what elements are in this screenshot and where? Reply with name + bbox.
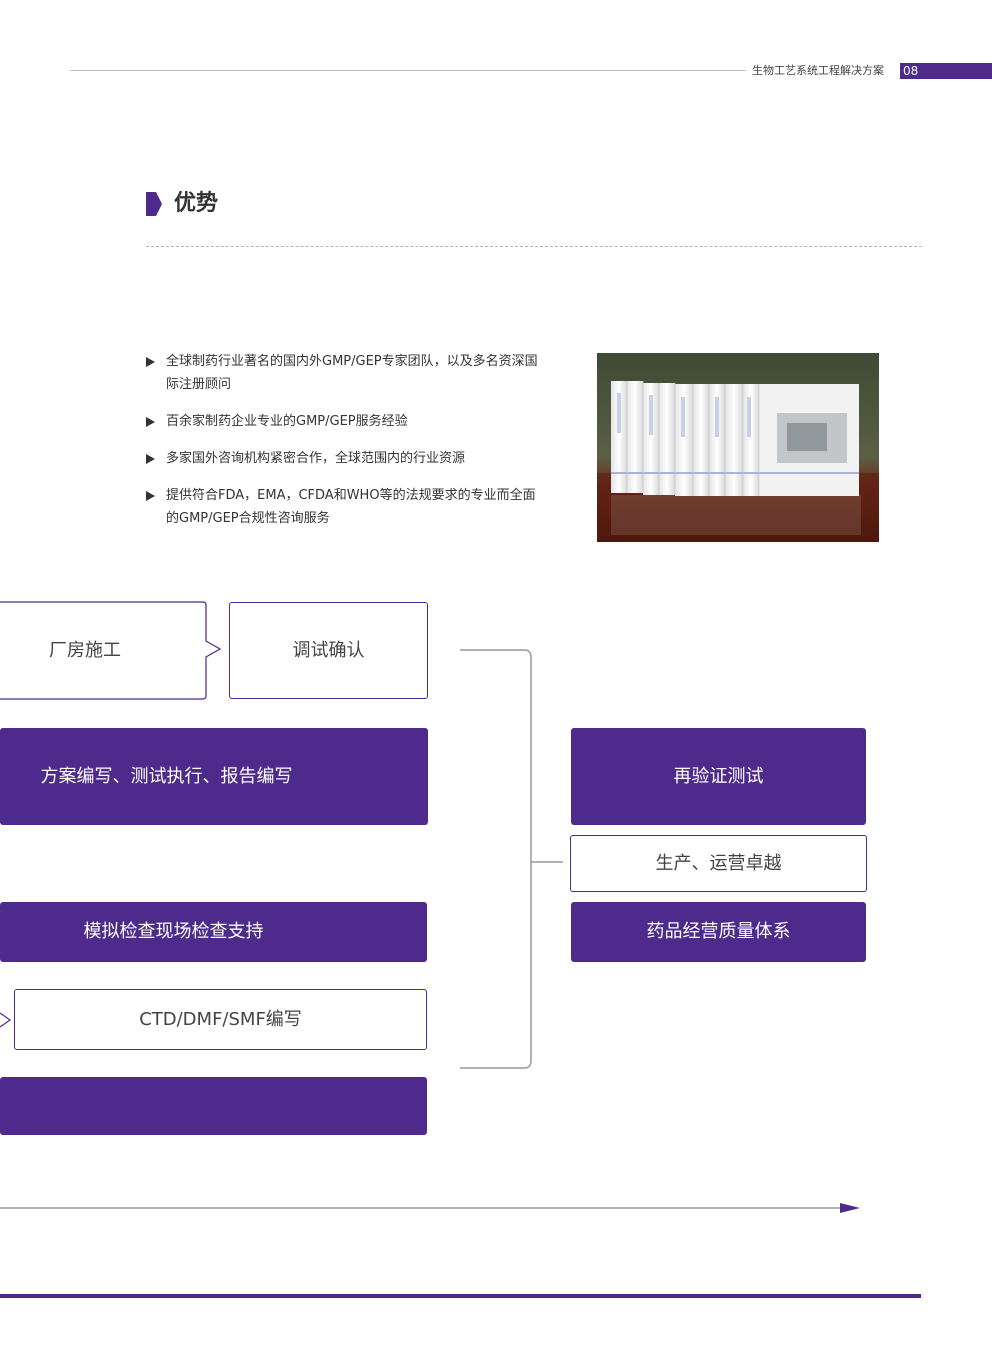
protocol-writing-box: 方案编写、测试执行、报告编写 [0,728,428,825]
mock-inspection-box: 模拟检查现场检查支持 [0,902,427,962]
header-title: 生物工艺系统工程解决方案 [752,64,884,77]
section-title: 优势 [174,191,219,216]
ctd-arrow-icon [0,1012,12,1028]
commissioning-box: 调试确认 [229,602,428,699]
revalidation-box: 再验证测试 [571,728,866,825]
document-binders-photo [597,353,879,542]
list-item: 多家国外咨询机构紧密合作，全球范围内的行业资源 [146,447,546,470]
page-number: 08 [900,63,992,79]
list-item: 百余家制药企业专业的GMP/GEP服务经验 [146,410,546,433]
bullet-triangle-icon [146,357,155,367]
list-item: 提供符合FDA，EMA，CFDA和WHO等的法规要求的专业而全面的GMP/GEP… [146,484,546,530]
ctd-writing-box: CTD/DMF/SMF编写 [14,989,427,1050]
bottom-process-bar [0,1077,427,1135]
section-marker-icon [146,192,162,216]
advantage-list: 全球制药行业著名的国内外GMP/GEP专家团队，以及多名资深国际注册顾问 百余家… [146,350,546,544]
bullet-triangle-icon [146,491,155,501]
production-excellence-box: 生产、运营卓越 [570,835,867,892]
quality-system-box: 药品经营质量体系 [571,902,866,962]
bullet-triangle-icon [146,417,155,427]
section-divider [146,246,922,247]
plant-construction-label: 厂房施工 [49,639,121,661]
header-rule [70,70,746,71]
bullet-triangle-icon [146,454,155,464]
list-item: 全球制药行业著名的国内外GMP/GEP专家团队，以及多名资深国际注册顾问 [146,350,546,396]
footer-rule [0,1294,921,1298]
